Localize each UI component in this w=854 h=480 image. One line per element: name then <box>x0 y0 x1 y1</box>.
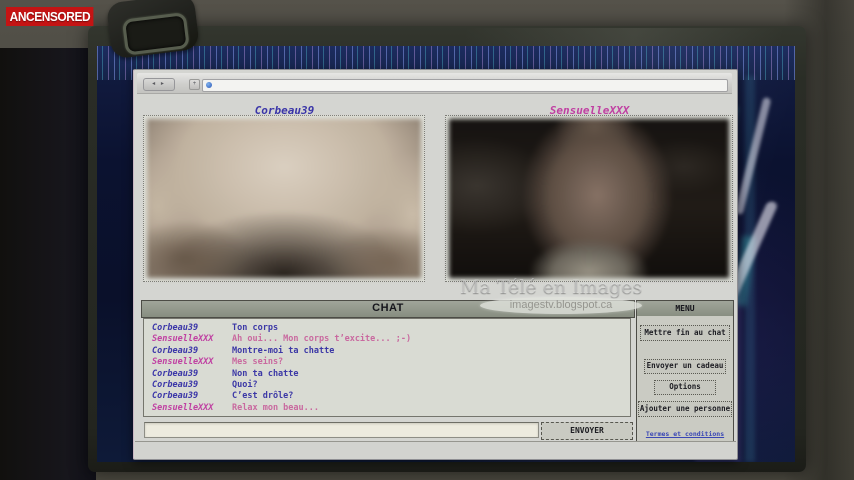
menu-button-add-person[interactable]: Ajouter une personne <box>638 401 732 417</box>
chat-message-text: Non ta chatte <box>232 369 630 380</box>
chat-message-user: Corbeau39 <box>144 323 232 334</box>
toolbar-add-button[interactable]: + <box>189 79 200 90</box>
chat-message-text: Ton corps <box>232 323 630 334</box>
chat-message-text: Relax mon beau... <box>232 403 630 414</box>
wall-shadow-left <box>0 48 96 480</box>
chat-message-user: Corbeau39 <box>144 346 232 357</box>
menu-button-send-gift[interactable]: Envoyer un cadeau <box>644 359 726 374</box>
chat-message-row: Corbeau39Montre-moi ta chatte <box>144 346 630 357</box>
address-bar[interactable] <box>202 79 728 92</box>
chat-message-text: Montre-moi ta chatte <box>232 346 630 357</box>
chat-message-user: Corbeau39 <box>144 380 232 391</box>
chat-message-user: SensuelleXXX <box>144 334 232 345</box>
chat-message-user: SensuelleXXX <box>144 357 232 368</box>
watermark-site-url: imagestv.blogspot.ca <box>480 297 642 314</box>
chat-message-user: Corbeau39 <box>144 391 232 402</box>
chat-message-text: Mes seins? <box>232 357 630 368</box>
chat-message-row: Corbeau39C’est drôle? <box>144 391 630 402</box>
webcam-feed-left <box>143 115 425 282</box>
menu-button-end-chat[interactable]: Mettre fin au chat <box>640 325 730 341</box>
webcam-video-right <box>449 119 729 278</box>
chat-message-text: Quoi? <box>232 380 630 391</box>
chat-message-text: C’est drôle? <box>232 391 630 402</box>
chat-message-row: SensuelleXXXAh oui... Mon corps t’excite… <box>144 334 630 345</box>
browser-toolbar: ◂ ▸ + <box>137 73 732 94</box>
menu-button-options[interactable]: Options <box>654 380 716 395</box>
chat-window: ◂ ▸ + Corbeau39 SensuelleXXX CHAT MENU C… <box>133 69 738 460</box>
send-button[interactable]: ENVOYER <box>541 422 633 440</box>
terms-link[interactable]: Termes et conditions <box>637 430 733 438</box>
chat-message-row: Corbeau39Ton corps <box>144 323 630 334</box>
chat-message-row: Corbeau39Non ta chatte <box>144 369 630 380</box>
menu-panel: Mettre fin au chat Envoyer un cadeau Opt… <box>636 316 734 447</box>
chat-message-user: Corbeau39 <box>144 369 232 380</box>
scene: ••• ◂ ▸ + Corbeau39 SensuelleXXX CHAT ME… <box>0 0 854 480</box>
webcam-feed-right <box>445 115 733 282</box>
webcam-video-left <box>147 119 421 278</box>
chat-log[interactable]: Corbeau39Ton corpsSensuelleXXXAh oui... … <box>143 318 631 417</box>
chat-message-input[interactable] <box>144 422 539 438</box>
back-forward-buttons[interactable]: ◂ ▸ <box>143 78 175 91</box>
chat-message-row: SensuelleXXXRelax mon beau... <box>144 403 630 414</box>
window-footer <box>135 441 736 459</box>
chat-message-user: SensuelleXXX <box>144 403 232 414</box>
chat-message-row: SensuelleXXXMes seins? <box>144 357 630 368</box>
chat-message-text: Ah oui... Mon corps t’excite... ;-) <box>232 334 630 345</box>
watermark-site-title: Ma Télé en Images <box>460 276 700 298</box>
ancensored-badge: ANCENSORED <box>6 7 94 26</box>
chat-message-row: Corbeau39Quoi? <box>144 380 630 391</box>
favicon-icon <box>206 82 212 88</box>
